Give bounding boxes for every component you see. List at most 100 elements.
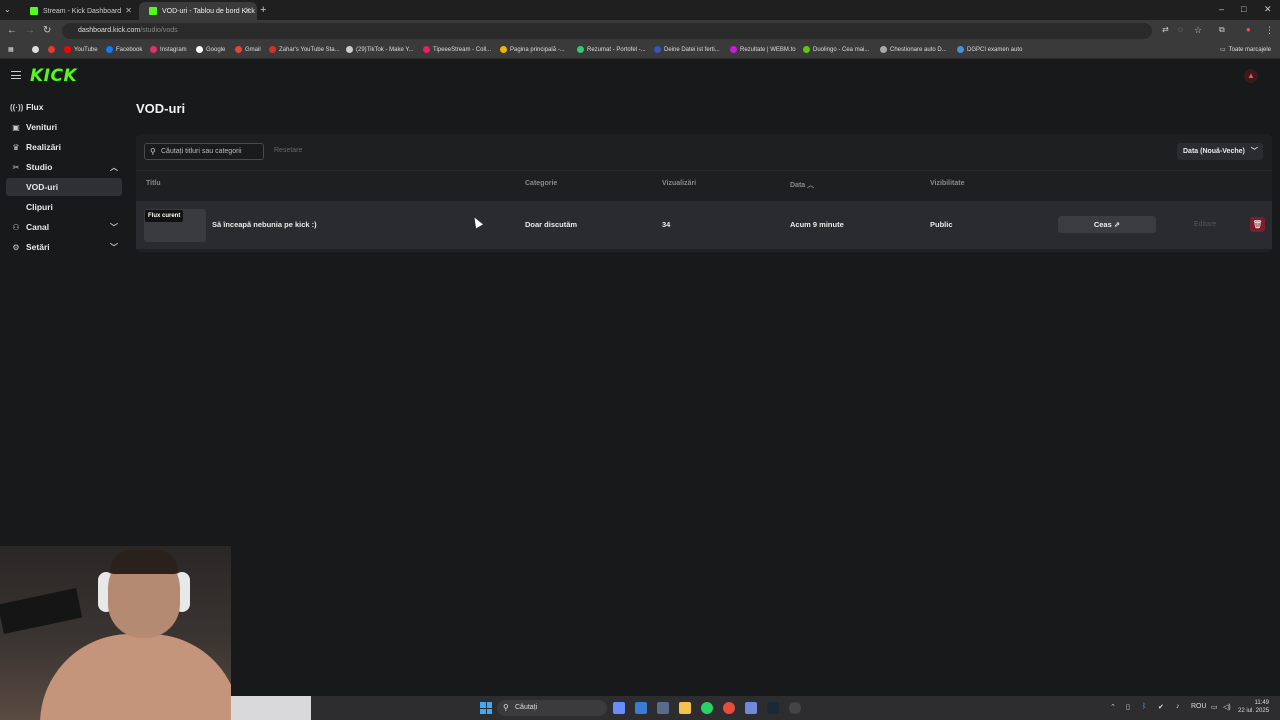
bluetooth-icon[interactable]: ᛒ <box>1142 703 1146 710</box>
bookmark-chestionare[interactable]: Chestionare auto D... <box>880 46 947 53</box>
forward-icon[interactable]: → <box>25 25 35 36</box>
kick-logo[interactable]: KICK <box>30 66 77 86</box>
sidebar-item-flux[interactable]: ((·)) Flux <box>6 98 122 116</box>
bookmark-label: Pagina principală -... <box>510 46 565 53</box>
profile-icon[interactable]: ● <box>1246 25 1251 34</box>
sidebar-item-venituri[interactable]: ▣ Venituri <box>6 118 122 136</box>
sort-up-icon: ︿ <box>807 182 815 189</box>
sidebar-item-label: Studio <box>26 162 53 172</box>
tab-list-icon[interactable]: ⌄ <box>4 5 11 14</box>
check-icon[interactable]: ✔ <box>1158 703 1164 711</box>
search-input[interactable]: ⚲ Căutați titluri sau categorii <box>144 143 264 160</box>
close-window-icon[interactable]: ✕ <box>1264 4 1272 15</box>
bookmark-gmail[interactable]: Gmail <box>235 46 261 53</box>
bookmark-label: Facebook <box>116 46 143 53</box>
bookmark-duolingo[interactable]: Duolingo - Cea mai... <box>803 46 869 53</box>
sidebar-item-studio[interactable]: ✂ Studio ︿ <box>6 158 122 176</box>
bookmark-google[interactable]: Google <box>196 46 225 53</box>
watch-button[interactable]: Ceas ⇗ <box>1058 216 1156 233</box>
bookmark-pagina-principala[interactable]: Pagina principală -... <box>500 46 565 53</box>
network-icon[interactable]: ▭ <box>1211 703 1218 711</box>
close-tab-icon[interactable]: ✕ <box>125 6 132 15</box>
webcam-person-body <box>40 634 231 720</box>
language-indicator[interactable]: ROU <box>1191 703 1207 710</box>
eye-off-icon[interactable]: ◌ <box>1178 25 1183 34</box>
sidebar-item-realizari[interactable]: ♛ Realizări <box>6 138 122 156</box>
bookmark-chrome-icon[interactable] <box>32 46 42 53</box>
vod-views: 34 <box>662 220 671 229</box>
star-icon[interactable]: ☆ <box>1194 25 1202 36</box>
column-header-title[interactable]: Titlu <box>146 180 161 187</box>
edit-button[interactable]: Editare <box>1194 221 1216 228</box>
sidebar-item-setari[interactable]: ⚙ Setări ﹀ <box>6 238 122 256</box>
bookmark-facebook[interactable]: Facebook <box>106 46 142 53</box>
chevron-up-icon[interactable]: ⌃ <box>1110 703 1116 711</box>
whatsapp-icon[interactable] <box>701 702 713 714</box>
maximize-icon[interactable]: □ <box>1241 4 1246 14</box>
bookmark-rezumat[interactable]: Rezumat - Portofel -... <box>577 46 646 53</box>
widgets-icon[interactable] <box>613 702 625 714</box>
microphone-icon[interactable]: ♪ <box>1176 703 1180 710</box>
hamburger-menu-icon[interactable] <box>11 71 21 79</box>
chrome-icon[interactable] <box>723 702 735 714</box>
reset-button[interactable]: Resetare <box>274 147 302 154</box>
trophy-icon: ♛ <box>12 142 20 152</box>
sidebar-item-clipuri[interactable]: Clipuri <box>6 198 122 216</box>
menu-icon[interactable]: ⋮ <box>1265 25 1274 36</box>
address-bar[interactable]: dashboard.kick.com/studio/vods <box>62 23 1152 39</box>
browser-toolbar: ← → ↻ dashboard.kick.com/studio/vods ⇄ ◌… <box>0 20 1280 42</box>
all-bookmarks[interactable]: ▭ Toate marcajele <box>1220 46 1271 54</box>
close-tab-icon[interactable]: ✕ <box>244 6 251 15</box>
sidebar-item-label: VOD-uri <box>26 182 59 192</box>
bookmark-webm[interactable]: Rezultate | WEBM.to <box>730 46 796 53</box>
sidebar-item-label: Setări <box>26 242 50 252</box>
column-header-category[interactable]: Categorie <box>525 180 557 187</box>
user-avatar[interactable]: ▲ <box>1244 69 1258 83</box>
column-header-date[interactable]: Data ︿ <box>790 180 814 190</box>
volume-icon[interactable]: ◁) <box>1223 703 1231 711</box>
bookmark-red-icon[interactable] <box>48 46 58 53</box>
gear-icon: ⚙ <box>12 242 20 252</box>
bookmark-label: Duolingo - Cea mai... <box>813 46 870 53</box>
column-header-visibility[interactable]: Vizibilitate <box>930 180 965 187</box>
system-clock[interactable]: 11:49 22 iul. 2025 <box>1238 699 1269 715</box>
bookmark-dgpci[interactable]: DGPCI examen auto <box>957 46 1022 53</box>
bookmark-label: Google <box>206 46 226 53</box>
app-icon[interactable] <box>657 702 669 714</box>
taskbar-search[interactable]: ⚲ Căutați <box>497 700 607 716</box>
sidebar-item-canal[interactable]: ⚇ Canal ﹀ <box>6 218 122 236</box>
bookmark-tiktok[interactable]: (29)TikTok - Make Y... <box>346 46 414 53</box>
apps-icon[interactable]: ▦ <box>8 46 14 53</box>
sidebar-item-vod-uri[interactable]: VOD-uri <box>6 178 122 196</box>
file-explorer-icon[interactable] <box>679 702 691 714</box>
back-icon[interactable]: ← <box>7 25 17 36</box>
bookmark-deine-datei[interactable]: Deine Datei ist ferti... <box>654 46 720 53</box>
obs-icon[interactable] <box>789 702 801 714</box>
extensions-icon[interactable]: ⧉ <box>1219 25 1225 35</box>
bookmark-youtube-studio[interactable]: Zahar's YouTube Sta... <box>269 46 340 53</box>
kick-header: KICK <box>0 60 1280 90</box>
minimize-icon[interactable]: – <box>1219 4 1224 14</box>
delete-button[interactable]: 🗑 <box>1250 217 1265 232</box>
battery-icon[interactable]: ▯ <box>1126 703 1130 711</box>
watch-label: Ceas <box>1093 220 1112 229</box>
sort-dropdown[interactable]: Data (Nouă-Veche) ﹀ <box>1177 143 1263 160</box>
webcam-background-light <box>231 696 311 720</box>
bookmark-youtube[interactable]: YouTube <box>64 46 98 53</box>
tab-label: Stream - Kick Dashboard <box>43 7 122 15</box>
discord-icon[interactable] <box>745 702 757 714</box>
taskview-icon[interactable] <box>635 702 647 714</box>
windows-start-icon[interactable] <box>480 702 492 714</box>
tab-stream-dashboard[interactable]: Stream - Kick Dashboard ✕ <box>20 2 138 20</box>
steam-icon[interactable] <box>767 702 779 714</box>
column-header-views[interactable]: Vizualizări <box>662 180 696 187</box>
bookmark-tipeeestream[interactable]: TipeeeStream - Coll... <box>423 46 491 53</box>
new-tab-icon[interactable]: + <box>260 4 266 16</box>
bookmark-instagram[interactable]: Instagram <box>150 46 187 53</box>
tab-vod-dashboard[interactable]: VOD-uri - Tablou de bord Kick ✕ <box>139 2 257 20</box>
translate-icon[interactable]: ⇄ <box>1162 25 1169 34</box>
bookmark-label: Rezumat - Portofel -... <box>587 46 646 53</box>
reload-icon[interactable]: ↻ <box>43 25 51 36</box>
chevron-down-icon: ﹀ <box>1250 148 1258 155</box>
kick-favicon-icon <box>149 7 157 15</box>
